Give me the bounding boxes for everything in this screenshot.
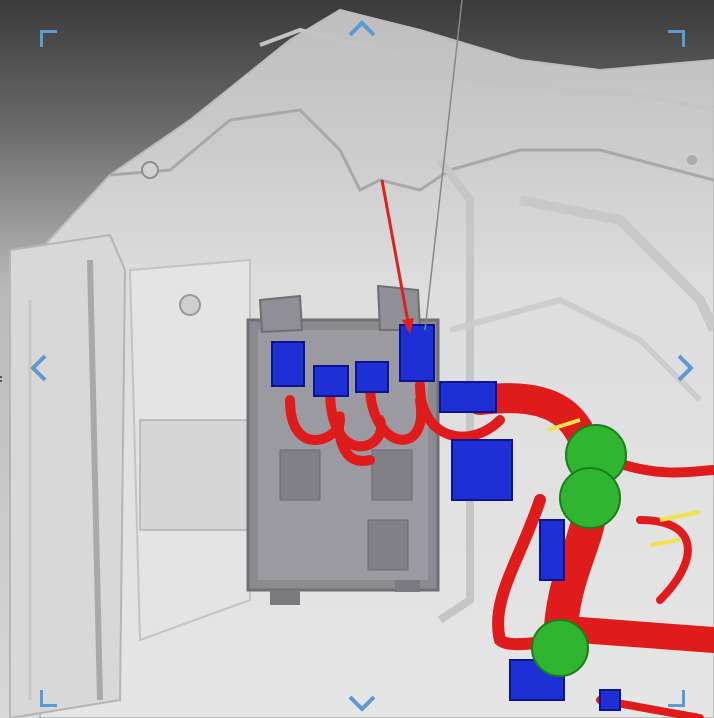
chevron-right-icon[interactable]: [672, 354, 700, 382]
chevron-down-icon[interactable]: [348, 690, 376, 718]
left-pillar: [9, 233, 127, 718]
vehicle-body-model: [9, 0, 714, 718]
corner-bottom-right: [668, 690, 685, 707]
chevron-left-icon[interactable]: [24, 354, 52, 382]
resize-handle[interactable]: [0, 376, 6, 382]
chevron-up-icon[interactable]: [348, 14, 376, 42]
3d-viewport[interactable]: [0, 0, 714, 718]
corner-top-right: [668, 30, 685, 47]
corner-bottom-left: [40, 690, 57, 707]
corner-top-left: [40, 30, 57, 47]
